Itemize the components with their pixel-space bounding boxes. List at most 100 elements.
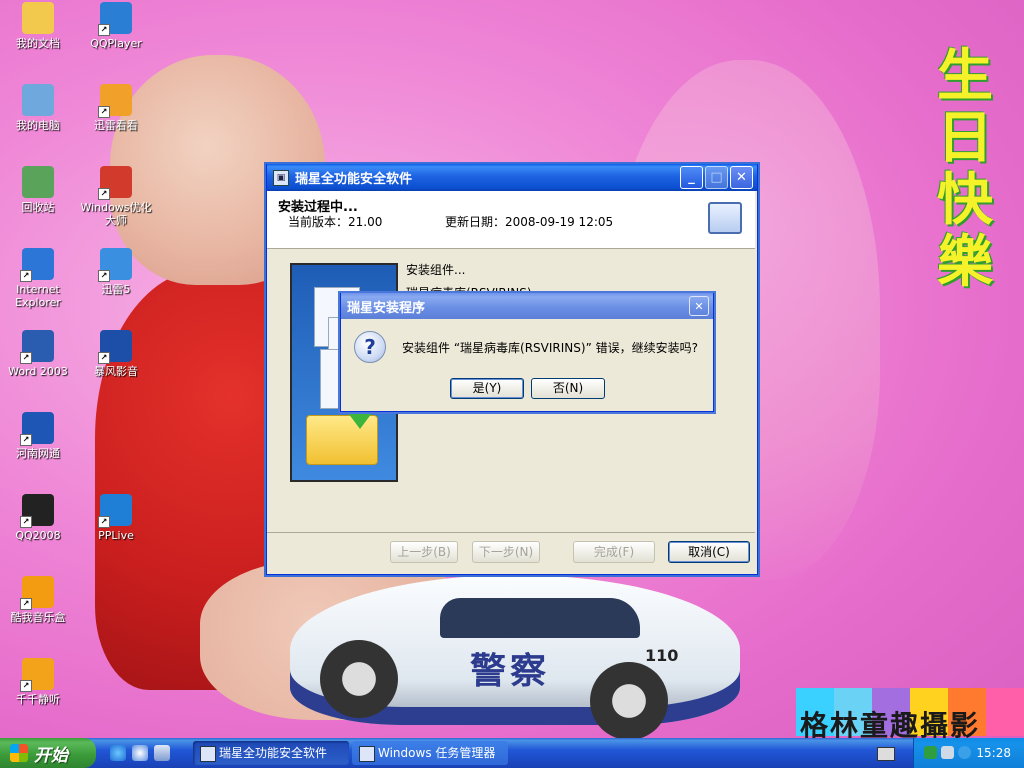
shortcut-arrow-icon: ↗ — [98, 106, 110, 118]
desktop-icon-label: 酷我音乐盒 — [10, 611, 66, 624]
desktop-icon-my-documents[interactable]: 我的文档 — [2, 2, 74, 50]
desktop-icon-kuwo-music[interactable]: ↗ 酷我音乐盒 — [2, 576, 74, 624]
shortcut-arrow-icon: ↗ — [98, 188, 110, 200]
yes-button[interactable]: 是(Y) — [450, 378, 524, 399]
shortcut-arrow-icon: ↗ — [98, 24, 110, 36]
tray-network-icon[interactable] — [941, 746, 954, 759]
footer-divider — [267, 532, 755, 533]
system-tray: 15:28 — [913, 738, 1024, 768]
desktop-icon-label: Windows优化大师 — [80, 201, 152, 227]
shortcut-arrow-icon: ↗ — [20, 270, 32, 282]
qqplayer-icon: ↗ — [98, 2, 132, 36]
windows-optimizer-icon: ↗ — [98, 166, 132, 200]
show-desktop-icon[interactable] — [154, 745, 170, 761]
desktop-icon-henan-netcom[interactable]: ↗ 河南网通 — [2, 412, 74, 460]
desktop-icon-baofeng[interactable]: ↗ 暴风影音 — [80, 330, 152, 378]
desktop-icon-ttplayer[interactable]: ↗ 千千静听 — [2, 658, 74, 706]
task-manager[interactable]: Windows 任务管理器 — [352, 741, 508, 765]
qq-icon: ↗ — [20, 494, 54, 528]
task-installer[interactable]: 瑞星全功能安全软件 — [193, 741, 349, 765]
desktop-icon-recycle-bin[interactable]: 回收站 — [2, 166, 74, 214]
desktop-icon-xunlei-kankan[interactable]: ↗ 迅雷看看 — [80, 84, 152, 132]
shortcut-arrow-icon: ↗ — [20, 516, 32, 528]
next-button[interactable]: 下一步(N) — [472, 541, 540, 563]
media-quicklaunch-icon[interactable] — [132, 745, 148, 761]
my-computer-icon — [22, 84, 54, 116]
desktop-icon-internet-explorer[interactable]: ↗ Internet Explorer — [2, 248, 74, 309]
dialog-titlebar[interactable]: 瑞星安装程序 ✕ — [341, 293, 713, 319]
wallpaper-car-number: 110 — [645, 646, 679, 665]
shortcut-arrow-icon: ↗ — [20, 434, 32, 446]
desktop-icon-label: PPLive — [98, 529, 134, 542]
desktop-icon-label: QQPlayer — [90, 37, 142, 50]
kuwo-music-icon: ↗ — [20, 576, 54, 610]
tray-app-icon[interactable] — [924, 746, 937, 759]
windows-flag-icon — [10, 744, 28, 762]
desktop-icon-pplive[interactable]: ↗ PPLive — [80, 494, 152, 542]
minimize-button[interactable]: _ — [680, 166, 703, 189]
desktop-icon-qqplayer[interactable]: ↗ QQPlayer — [80, 2, 152, 50]
desktop-icon-label: 迅雷看看 — [94, 119, 138, 132]
no-button[interactable]: 否(N) — [531, 378, 605, 399]
confirm-dialog[interactable]: 瑞星安装程序 ✕ ? 安装组件 “瑞星病毒库(RSVIRINS)” 错误，继续安… — [340, 293, 714, 412]
task-manager-label: Windows 任务管理器 — [378, 746, 496, 760]
shortcut-arrow-icon: ↗ — [98, 352, 110, 364]
question-icon: ? — [354, 331, 386, 363]
start-button[interactable]: 开始 — [0, 738, 96, 768]
desktop-icon-label: 我的电脑 — [16, 119, 60, 132]
wallpaper-birthday-greeting: 生日快樂 — [937, 43, 993, 295]
dialog-close-button[interactable]: ✕ — [689, 296, 709, 316]
close-button[interactable]: ✕ — [730, 166, 753, 189]
back-button[interactable]: 上一步(B) — [390, 541, 458, 563]
wallpaper-car-text: 警察 — [470, 651, 551, 692]
desktop-icon-qq[interactable]: ↗ QQ2008 — [2, 494, 74, 542]
desktop-icon-word[interactable]: ↗ Word 2003 — [2, 330, 74, 378]
ie-quicklaunch-icon[interactable] — [110, 745, 126, 761]
pplive-icon: ↗ — [98, 494, 132, 528]
desktop-icon-windows-optimizer[interactable]: ↗ Windows优化大师 — [80, 166, 152, 227]
desktop-icon-label: 回收站 — [21, 201, 55, 214]
installer-header: 安装过程中... 当前版本：21.00 更新日期：2008-09-19 12:0… — [267, 191, 755, 249]
desktop-icon-label: QQ2008 — [15, 529, 61, 542]
xunlei-kankan-icon: ↗ — [98, 84, 132, 118]
maximize-button[interactable]: □ — [705, 166, 728, 189]
task-installer-icon — [200, 746, 216, 762]
dialog-title: 瑞星安装程序 — [347, 300, 426, 316]
desktop-icon-label: Word 2003 — [8, 365, 68, 378]
version-label: 当前版本：21.00 — [288, 215, 383, 229]
internet-explorer-icon: ↗ — [20, 248, 54, 282]
word-icon: ↗ — [20, 330, 54, 364]
ttplayer-icon: ↗ — [20, 658, 54, 692]
desktop-icon-label: 迅雷5 — [101, 283, 131, 296]
update-date-label: 更新日期：2008-09-19 12:05 — [445, 215, 614, 229]
desktop-icon-label: 我的文档 — [16, 37, 60, 50]
cancel-button[interactable]: 取消(C) — [668, 541, 750, 563]
shortcut-arrow-icon: ↗ — [20, 680, 32, 692]
baofeng-icon: ↗ — [98, 330, 132, 364]
start-label: 开始 — [34, 745, 68, 766]
installer-app-icon: ▣ — [273, 169, 289, 186]
installer-title: 瑞星全功能安全软件 — [295, 172, 413, 187]
henan-netcom-icon: ↗ — [20, 412, 54, 446]
task-manager-icon — [359, 746, 375, 762]
finish-button[interactable]: 完成(F) — [573, 541, 655, 563]
computer-cd-icon — [708, 202, 742, 234]
tray-security-icon[interactable] — [958, 746, 971, 759]
wallpaper-car-window — [440, 598, 640, 638]
keyboard-icon[interactable] — [877, 747, 895, 761]
my-documents-icon — [22, 2, 54, 34]
clock[interactable]: 15:28 — [976, 746, 1011, 760]
wallpaper-car-wheel — [590, 662, 668, 740]
recycle-bin-icon — [22, 166, 54, 198]
desktop-icon-my-computer[interactable]: 我的电脑 — [2, 84, 74, 132]
shortcut-arrow-icon: ↗ — [20, 598, 32, 610]
shortcut-arrow-icon: ↗ — [98, 270, 110, 282]
installer-titlebar[interactable]: ▣ 瑞星全功能安全软件 _ □ ✕ — [267, 164, 757, 191]
shortcut-arrow-icon: ↗ — [20, 352, 32, 364]
shortcut-arrow-icon: ↗ — [98, 516, 110, 528]
desktop-icon-xunlei5[interactable]: ↗ 迅雷5 — [80, 248, 152, 296]
status-line-1: 安装组件... — [406, 263, 466, 277]
desktop-icon-label: Internet Explorer — [15, 283, 61, 309]
xunlei5-icon: ↗ — [98, 248, 132, 282]
wallpaper-car-wheel — [320, 640, 398, 718]
